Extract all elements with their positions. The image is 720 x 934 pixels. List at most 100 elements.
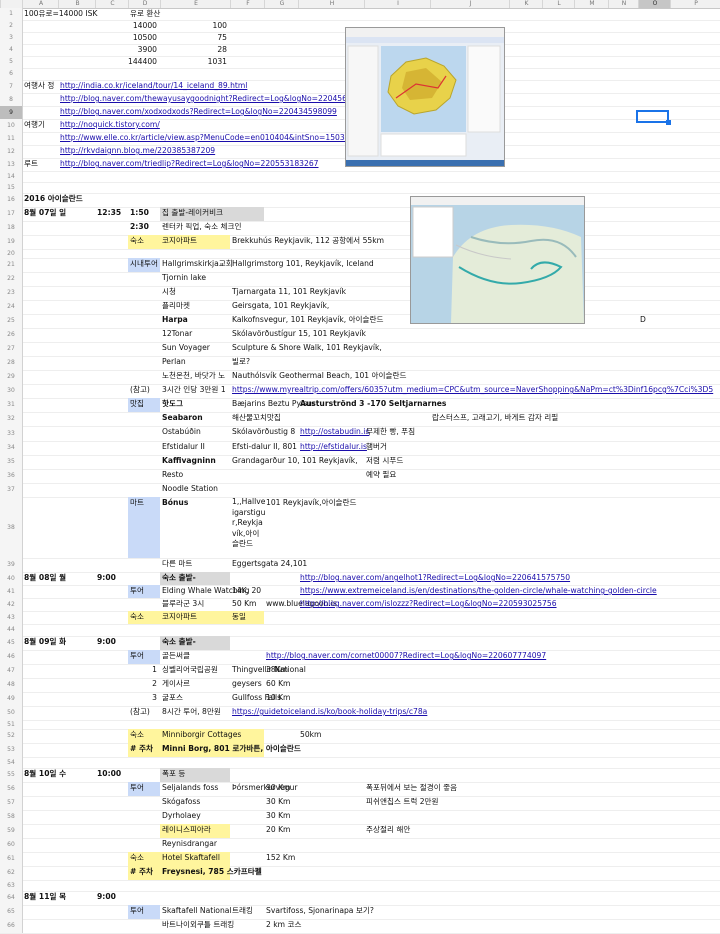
row-number[interactable]: 11 — [0, 132, 23, 145]
row-number[interactable]: 13 — [0, 158, 23, 171]
sheet-row[interactable]: 61 숙소 Hotel Skaftafell 152 Km — [0, 852, 720, 867]
cell-e66[interactable]: 바트나이외쿠틀 트래킹 — [162, 919, 234, 931]
cell-e5[interactable]: 1031 — [160, 56, 227, 68]
cell-g56[interactable]: 90 Km — [266, 782, 290, 794]
sheet-row[interactable]: 60 Reynisdrangar — [0, 838, 720, 853]
sheet-row[interactable]: 32 Seabaron 해산물꼬치맛집 랍스터스프, 고래고기, 바게트 감자 리필 — [0, 412, 720, 427]
cell-f19[interactable]: Brekkuhús Reykjavik, 112 공항에서 55km — [232, 235, 384, 247]
sheet-row[interactable]: 42 블루라군 3시 50 Km www.bluelagoon.is http://bl… — [0, 598, 720, 612]
cell-g38[interactable]: 101 Reykjavík,아이슬란드 — [266, 497, 357, 509]
cell-g61[interactable]: 152 Km — [266, 852, 295, 864]
row-number[interactable]: 39 — [0, 558, 23, 572]
embedded-map-image-1[interactable] — [345, 27, 505, 167]
column-header-l[interactable]: L — [542, 0, 575, 8]
cell-link[interactable]: http://india.co.kr/iceland/tour/14_icela… — [60, 80, 247, 92]
sheet-row[interactable]: 17 8월 07일 일 12:35 1:50 집 출발-레이커비크 — [0, 207, 720, 222]
cell-d46[interactable]: 투어 — [130, 650, 144, 662]
cell-f32[interactable]: 해산물꼬치맛집 — [232, 412, 281, 424]
cell-link[interactable]: http://blog.naver.com/cornet00007?Redire… — [266, 650, 546, 662]
column-header-o[interactable]: O — [638, 0, 671, 8]
cell-e18[interactable]: 렌터카 픽업, 숙소 체크인 — [162, 221, 242, 233]
row-number[interactable]: 34 — [0, 441, 23, 455]
cell-e45[interactable]: 숙소 출발- — [162, 636, 196, 648]
cell-c17[interactable]: 12:35 — [97, 207, 121, 219]
sheet-row[interactable]: 45 8월 09일 화 9:00 숙소 출발- — [0, 636, 720, 651]
sheet-row[interactable]: 36 Resto 예약 필요 — [0, 469, 720, 484]
row-number[interactable]: 35 — [0, 455, 23, 469]
row-number[interactable]: 14 — [0, 171, 23, 182]
cell-g49[interactable]: 10 Km — [266, 692, 290, 704]
sheet-row[interactable]: 33 Ostabúðin Skólavörðustig 8 http://ostabu… — [0, 426, 720, 442]
cell-link[interactable]: http://efstidalur.is — [300, 441, 367, 453]
row-number[interactable]: 8 — [0, 93, 23, 106]
cell-d5[interactable]: 144400 — [128, 56, 157, 68]
cell-d61[interactable]: 숙소 — [130, 852, 144, 864]
cell-d41[interactable]: 투어 — [130, 585, 144, 597]
cell-link[interactable]: https://www.myrealtrip.com/offers/6035?u… — [232, 384, 713, 396]
column-header-i[interactable]: I — [364, 0, 431, 8]
cell-e22[interactable]: Tjornin lake — [162, 272, 206, 284]
cell-link[interactable]: https://www.extremeiceland.is/en/destina… — [300, 585, 657, 597]
cell-link[interactable]: http://blog.naver.com/triedlip?Redirect=… — [60, 158, 319, 170]
cell-f33[interactable]: Skólavörðustig 8 — [232, 426, 295, 438]
select-all-corner[interactable] — [0, 0, 23, 8]
row-number[interactable]: 15 — [0, 182, 23, 193]
cell-e28[interactable]: Perlan — [162, 356, 186, 368]
cell-e40[interactable]: 숙소 출발- — [162, 572, 196, 584]
cell-d62[interactable]: # 주차 — [130, 866, 153, 878]
row-number[interactable]: 27 — [0, 342, 23, 356]
cell-g57[interactable]: 30 Km — [266, 796, 290, 808]
row-number[interactable]: 42 — [0, 598, 23, 611]
cell-f21[interactable]: Hallgrimstorg 101, Reykjavík, Iceland — [232, 258, 374, 270]
row-number[interactable]: 66 — [0, 919, 23, 933]
row-number[interactable]: 30 — [0, 384, 23, 398]
column-header-c[interactable]: C — [95, 0, 129, 8]
cell-e27[interactable]: Sun Voyager — [162, 342, 210, 354]
cell-d52[interactable]: 숙소 — [130, 729, 144, 741]
sheet-row[interactable]: 52 숙소 Minniborgir Cottages 50km — [0, 729, 720, 744]
row-number[interactable]: 40 — [0, 572, 23, 585]
cell-c64[interactable]: 9:00 — [97, 891, 116, 903]
row-number[interactable]: 29 — [0, 370, 23, 384]
cell-f27[interactable]: Sculpture & Shore Walk, 101 Reykjavík, — [232, 342, 382, 354]
row-number[interactable]: 20 — [0, 249, 23, 258]
column-header-p[interactable]: P — [670, 0, 720, 8]
row-number[interactable]: 10 — [0, 119, 23, 132]
cell-i36[interactable]: 예약 필요 — [366, 469, 396, 481]
cell-f39[interactable]: Eggertsgata 24,101 — [232, 558, 307, 570]
cell-e23[interactable]: 시청 — [162, 286, 176, 298]
sheet-row[interactable]: 29 노천온천, 바닷가 노 Nauthólsvík Geothermal Beac… — [0, 370, 720, 385]
sheet-row[interactable]: 47 1 싱벨리어국립공원 Thingvellir National 38Km — [0, 664, 720, 679]
cell-a10[interactable]: 여행기 — [24, 119, 45, 131]
row-number[interactable]: 22 — [0, 272, 23, 286]
sheet-row[interactable]: 26 12Tonar Skólavörðustígur 15, 101 Reykja… — [0, 328, 720, 343]
cell-h31[interactable]: Austurströnd 3 -170 Seltjarnarnes — [300, 398, 446, 410]
cell-i57[interactable]: 피쉬앤칩스 트럭 2만원 — [366, 796, 439, 808]
sheet-row[interactable]: 25 Harpa Kalkofnsvegur, 101 Reykjavík, 아이슬… — [0, 314, 720, 329]
sheet-row[interactable]: 21 시내투어 Hallgrimskirkja교회 Hallgrimstorg 101… — [0, 258, 720, 273]
cell-a64[interactable]: 8월 11일 목 — [24, 891, 66, 903]
row-number[interactable]: 18 — [0, 221, 23, 235]
row-number[interactable]: 24 — [0, 300, 23, 314]
cell-e30[interactable]: 3시간 인당 3만원 1 — [162, 384, 226, 396]
row-number[interactable]: 62 — [0, 866, 23, 880]
row-number[interactable]: 45 — [0, 636, 23, 650]
row-number[interactable]: 12 — [0, 145, 23, 158]
sheet-row[interactable]: 39 다른 마트 Eggertsgata 24,101 — [0, 558, 720, 573]
cell-e62[interactable]: Freysnesi, 785 스카프타펠 — [162, 866, 262, 878]
column-header-h[interactable]: H — [298, 0, 365, 8]
column-header-e[interactable]: E — [160, 0, 231, 8]
sheet-row[interactable]: 28 Perlan 빌로? — [0, 356, 720, 371]
sheet-row[interactable]: 56 투어 Seljalands foss Þórsmerkurvegur 90 Km 폭… — [0, 782, 720, 797]
row-number[interactable]: 25 — [0, 314, 23, 328]
cell-e39[interactable]: 다른 마트 — [162, 558, 192, 570]
cell-j32[interactable]: 랍스터스프, 고래고기, 바게트 감자 리필 — [432, 412, 558, 424]
cell-d47[interactable]: 1 — [128, 664, 157, 676]
column-header-f[interactable]: F — [230, 0, 265, 8]
sheet-row[interactable]: 65 투어 Skaftafell National 트래킹 Svartifoss, Sj… — [0, 905, 720, 920]
row-number[interactable]: 17 — [0, 207, 23, 221]
cell-link[interactable]: http://blog.naver.com/angelhot1?Redirect… — [300, 572, 570, 584]
row-number[interactable]: 51 — [0, 720, 23, 729]
row-number[interactable]: 31 — [0, 398, 23, 412]
sheet-row[interactable]: 16 2016 아이슬란드 — [0, 193, 720, 208]
